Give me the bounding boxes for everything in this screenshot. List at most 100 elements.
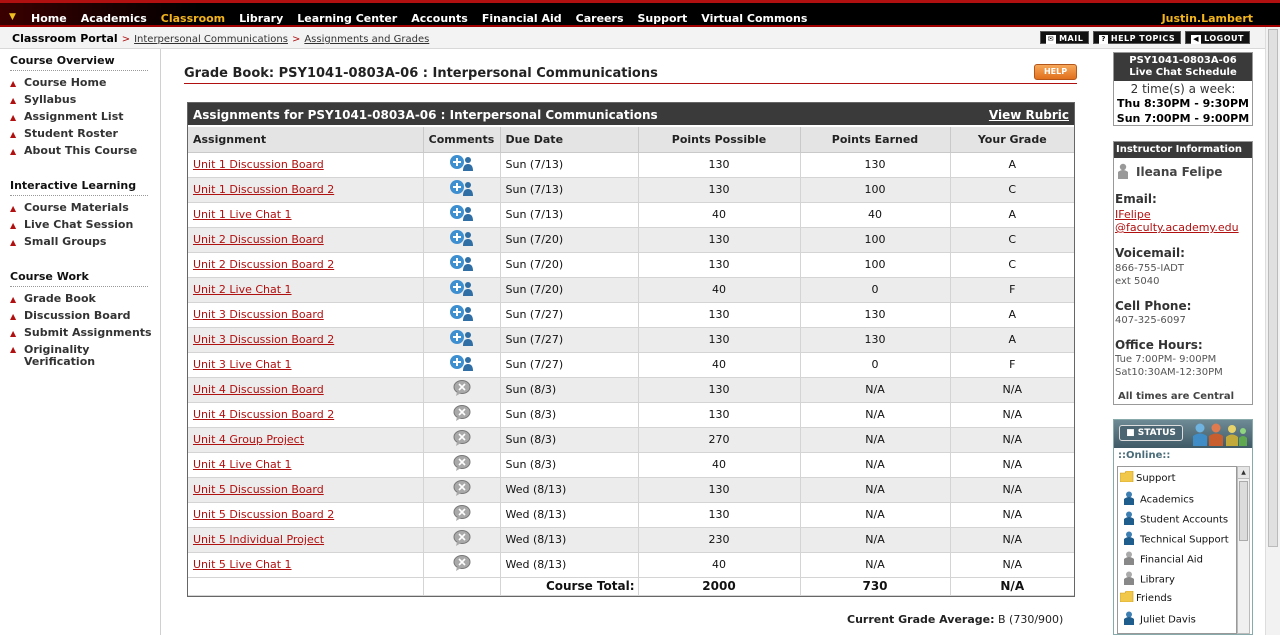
view-comments-icon[interactable] — [449, 329, 475, 350]
sidebar-item-grade-book[interactable]: ▲ Grade Book — [10, 293, 96, 306]
assignment-link[interactable]: Unit 5 Discussion Board 2 — [193, 508, 334, 521]
due-date-cell: Sun (7/13) — [500, 177, 639, 203]
page-scrollbar[interactable] — [1265, 27, 1280, 635]
online-group[interactable]: Support — [1119, 470, 1176, 485]
table-row: Unit 2 Discussion Board 2 Sun (7/20) 130 10… — [188, 252, 1074, 278]
scroll-up-icon[interactable]: ▲ — [1238, 467, 1249, 479]
sidebar-item-course-home[interactable]: ▲ Course Home — [10, 77, 106, 90]
assignment-link[interactable]: Unit 3 Live Chat 1 — [193, 358, 292, 371]
online-contact[interactable]: Academics — [1124, 491, 1194, 508]
help-topics-button[interactable]: ? HELP TOPICS — [1093, 31, 1182, 44]
grade-cell: A — [950, 202, 1074, 228]
nav-learning-center[interactable]: Learning Center — [297, 12, 397, 25]
nav-home[interactable]: Home — [31, 12, 67, 25]
table-row: Unit 2 Live Chat 1 Sun (7/20) 40 0 F — [188, 277, 1074, 303]
nav-financial-aid[interactable]: Financial Aid — [482, 12, 562, 25]
assignment-link[interactable]: Unit 5 Discussion Board — [193, 483, 324, 496]
grade-cell: A — [950, 302, 1074, 328]
assignment-link[interactable]: Unit 5 Individual Project — [193, 533, 324, 546]
column-header-your-grade[interactable]: Your Grade — [950, 127, 1074, 153]
sidebar-item-live-chat[interactable]: ▲ Live Chat Session — [10, 219, 133, 232]
breadcrumb-page-link[interactable]: Assignments and Grades — [304, 34, 429, 45]
assignment-cell: Unit 3 Discussion Board — [188, 302, 424, 328]
email-link[interactable]: IFelipe — [1115, 208, 1151, 221]
view-comments-icon[interactable] — [449, 354, 475, 375]
assignment-link[interactable]: Unit 1 Live Chat 1 — [193, 208, 292, 221]
online-list-scrollbar[interactable]: ▲ — [1237, 466, 1250, 634]
due-date-cell: Sun (7/20) — [500, 277, 639, 303]
nav-support[interactable]: Support — [638, 12, 688, 25]
sidebar-item-assignment-list[interactable]: ▲ Assignment List — [10, 111, 124, 124]
view-comments-icon[interactable] — [449, 254, 475, 275]
sidebar-item-course-materials[interactable]: ▲ Course Materials — [10, 202, 129, 215]
view-comments-icon[interactable] — [449, 154, 475, 175]
assignment-link[interactable]: Unit 2 Discussion Board — [193, 233, 324, 246]
nav-library[interactable]: Library — [239, 12, 283, 25]
breadcrumb-course-link[interactable]: Interpersonal Communications — [134, 34, 288, 45]
online-entry-label: Library — [1140, 574, 1175, 586]
nav-academics[interactable]: Academics — [81, 12, 147, 25]
column-header-points-possible[interactable]: Points Possible — [638, 127, 801, 153]
nav-virtual-commons[interactable]: Virtual Commons — [701, 12, 807, 25]
mail-button[interactable]: ✉ MAIL — [1039, 31, 1090, 44]
chevron-down-icon[interactable]: ▼ — [9, 12, 16, 22]
no-comments-icon — [453, 405, 471, 424]
view-comments-icon[interactable] — [449, 279, 475, 300]
assignment-link[interactable]: Unit 5 Live Chat 1 — [193, 558, 292, 571]
assignment-link[interactable]: Unit 2 Discussion Board 2 — [193, 258, 334, 271]
column-header-assignment[interactable]: Assignment — [188, 127, 424, 153]
online-contact[interactable]: Financial Aid — [1124, 551, 1203, 568]
sidebar-item-small-groups[interactable]: ▲ Small Groups — [10, 236, 106, 249]
no-comments-icon — [453, 555, 471, 574]
view-comments-icon[interactable] — [449, 304, 475, 325]
column-header-comments[interactable]: Comments — [423, 127, 501, 153]
page-scroll-thumb[interactable] — [1268, 29, 1278, 547]
assignment-link[interactable]: Unit 4 Live Chat 1 — [193, 458, 292, 471]
assignment-link[interactable]: Unit 4 Group Project — [193, 433, 304, 446]
online-contact[interactable]: Library — [1124, 571, 1175, 588]
status-button[interactable]: ■ STATUS — [1119, 425, 1183, 441]
comments-cell — [423, 452, 501, 478]
view-comments-icon[interactable] — [449, 179, 475, 200]
logout-label: LOGOUT — [1204, 34, 1244, 43]
assignment-link[interactable]: Unit 1 Discussion Board 2 — [193, 183, 334, 196]
sidebar-item-discussion-board[interactable]: ▲ Discussion Board — [10, 310, 131, 323]
comments-cell — [423, 502, 501, 528]
sidebar-item-student-roster[interactable]: ▲ Student Roster — [10, 128, 118, 141]
user-name[interactable]: Justin.Lambert — [1162, 12, 1253, 25]
assignment-link[interactable]: Unit 3 Discussion Board 2 — [193, 333, 334, 346]
view-comments-icon[interactable] — [449, 229, 475, 250]
online-contact[interactable]: Student Accounts — [1124, 511, 1228, 528]
email-link-domain[interactable]: @faculty.academy.edu — [1115, 221, 1239, 234]
points-possible-cell: 130 — [638, 302, 801, 328]
points-possible-cell: 130 — [638, 502, 801, 528]
sidebar-item-about-course[interactable]: ▲ About This Course — [10, 145, 137, 158]
assignment-link[interactable]: Unit 4 Discussion Board 2 — [193, 408, 334, 421]
nav-classroom[interactable]: Classroom — [161, 12, 225, 25]
online-contact[interactable]: Technical Support — [1124, 531, 1229, 548]
points-earned-cell: N/A — [800, 502, 951, 528]
column-header-due-date[interactable]: Due Date — [500, 127, 639, 153]
toolbar: ✉ MAIL ? HELP TOPICS ◀ LOGOUT — [1039, 31, 1250, 44]
table-row: Unit 4 Live Chat 1 Sun (8/3) 40 N/A N/A — [188, 452, 1074, 478]
online-entry-label: Academics — [1140, 494, 1195, 506]
sidebar-item-originality[interactable]: ▲ Originality Verification — [10, 344, 135, 368]
sidebar-item-syllabus[interactable]: ▲ Syllabus — [10, 94, 76, 107]
sidebar-item-submit-assignments[interactable]: ▲ Submit Assignments — [10, 327, 152, 340]
cell-phone-label: Cell Phone: — [1115, 299, 1192, 313]
online-contact[interactable]: Juliet Davis — [1124, 611, 1196, 628]
assignment-link[interactable]: Unit 4 Discussion Board — [193, 383, 324, 396]
scroll-thumb[interactable] — [1239, 481, 1248, 541]
assignment-link[interactable]: Unit 2 Live Chat 1 — [193, 283, 292, 296]
view-rubric-link[interactable]: View Rubric — [989, 108, 1069, 122]
grade-cell: A — [950, 327, 1074, 353]
column-header-points-earned[interactable]: Points Earned — [800, 127, 951, 153]
nav-careers[interactable]: Careers — [576, 12, 624, 25]
logout-button[interactable]: ◀ LOGOUT — [1185, 31, 1250, 44]
online-group[interactable]: Friends — [1119, 590, 1172, 605]
view-comments-icon[interactable] — [449, 204, 475, 225]
assignment-link[interactable]: Unit 1 Discussion Board — [193, 158, 324, 171]
nav-accounts[interactable]: Accounts — [411, 12, 468, 25]
assignment-link[interactable]: Unit 3 Discussion Board — [193, 308, 324, 321]
help-button[interactable]: HELP — [1034, 64, 1077, 80]
